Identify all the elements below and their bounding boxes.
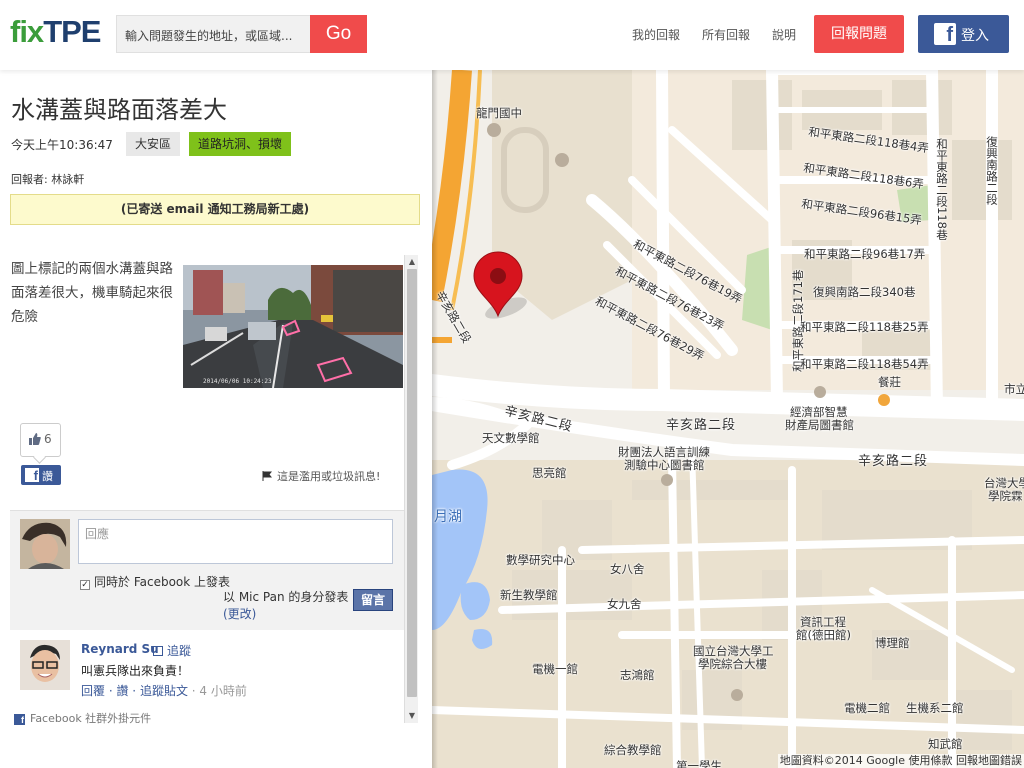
comment-input[interactable]: 回應 xyxy=(78,519,393,564)
rss-icon xyxy=(153,646,163,656)
plugin-label: Facebook 社群外掛元件 xyxy=(30,712,152,725)
map-label: 新生教學館 xyxy=(500,588,558,602)
map-label: 博理館 xyxy=(875,636,910,650)
facebook-comments-frame: 圖上標記的兩個水溝蓋與路面落差很大，機車騎起來很危險 2014/06/06 10… xyxy=(0,255,420,725)
facebook-login-button[interactable]: f 登入 xyxy=(918,15,1009,53)
like-count-box[interactable]: 6 xyxy=(20,423,61,457)
like-button-label: 讚 xyxy=(42,470,53,483)
map-label: 月湖 xyxy=(434,509,462,525)
facebook-like-button[interactable]: f 讚 xyxy=(21,465,61,485)
map-label: 數學研究中心 xyxy=(506,553,575,567)
reply-link[interactable]: 回覆 xyxy=(81,684,105,698)
map-label: 復興南路二段 xyxy=(985,136,999,205)
follow-label: 追蹤 xyxy=(167,644,192,658)
map-label: 第一學生 xyxy=(676,759,722,768)
map-label: 知武館 xyxy=(928,737,963,751)
map-label: 學院霖 xyxy=(988,489,1023,503)
flag-icon xyxy=(262,471,272,481)
map-label: 館(德田館) xyxy=(796,628,851,642)
issue-title: 水溝蓋與路面落差大 xyxy=(11,96,227,124)
comments-scrollbar[interactable]: ▲ ▼ xyxy=(404,255,418,723)
map-label: 生機系二館 xyxy=(906,701,964,715)
map-label: 學院綜合大樓 xyxy=(698,657,767,671)
follow-post-link[interactable]: 追蹤貼文 xyxy=(140,684,188,698)
map-label: 和平東路二段118巷54弄 xyxy=(800,357,929,371)
map-label: 辛亥路二段 xyxy=(858,454,929,469)
report-abuse-link[interactable]: 這是濫用或垃圾訊息! xyxy=(262,468,380,484)
comment-actions: 回覆 · 讚 · 追蹤貼文 · 4 小時前 xyxy=(81,684,247,698)
scroll-up-arrow-icon[interactable]: ▲ xyxy=(405,255,419,269)
map-label: 女八舍 xyxy=(610,562,645,576)
post-comment-button[interactable]: 留言 xyxy=(353,589,393,611)
change-identity-link[interactable]: (更改) xyxy=(223,607,256,621)
issue-photo[interactable]: 2014/06/06 10:24:23 xyxy=(183,265,403,388)
facebook-login-label: 登入 xyxy=(961,28,989,44)
email-notice: (已寄送 email 通知工務局新工處) xyxy=(10,194,420,225)
logo-tpe: TPE xyxy=(43,14,101,49)
fixtpe-logo[interactable]: fixTPE xyxy=(10,14,101,50)
map-label: 女九舍 xyxy=(607,597,642,611)
map-attribution[interactable]: 地圖資料©2014 Google 使用條款 回報地圖錯誤 xyxy=(777,754,1024,768)
map-label: 市立 xyxy=(1004,382,1024,396)
also-post-checkbox[interactable]: ✓ xyxy=(80,580,90,590)
report-issue-button[interactable]: 回報問題 xyxy=(814,15,904,53)
map-label: 和平東路二段96巷17弄 xyxy=(804,247,926,261)
map-label: 和平東路二段118巷 xyxy=(935,138,949,241)
district-tag[interactable]: 大安區 xyxy=(126,132,181,156)
map-label: 志鴻館 xyxy=(620,668,655,682)
map-label: 電機二館 xyxy=(844,701,890,715)
logo-fix: fix xyxy=(10,14,44,49)
avatar xyxy=(20,519,70,569)
avatar[interactable] xyxy=(20,640,70,690)
report-abuse-label: 這是濫用或垃圾訊息! xyxy=(277,470,381,483)
map-label: 復興南路二段340巷 xyxy=(813,285,916,299)
map-divider-shadow xyxy=(432,70,438,768)
map-label: 思亮館 xyxy=(532,466,567,480)
follow-user-link[interactable]: 追蹤 xyxy=(153,642,191,659)
map-label: 電機一館 xyxy=(532,662,578,676)
comment-text: 叫憲兵隊出來負責！ xyxy=(81,664,190,678)
nav-my-reports[interactable]: 我的回報 xyxy=(632,26,680,43)
map-label: 測驗中心圖書館 xyxy=(624,458,705,472)
reporter-name: 回報者: 林詠軒 xyxy=(11,173,85,186)
comment-like-link[interactable]: 讚 xyxy=(116,684,128,698)
map-label: 財產局圖書館 xyxy=(785,418,854,432)
street-photo-drawing: 2014/06/06 10:24:23 xyxy=(183,265,403,388)
facebook-plugin-credit[interactable]: f Facebook 社群外掛元件 xyxy=(14,710,151,725)
nav-help[interactable]: 說明 xyxy=(772,26,796,43)
post-as-prefix: 以 Mic Pan 的身分發表 xyxy=(223,590,349,604)
post-as-text: 以 Mic Pan 的身分發表 (更改) xyxy=(223,589,353,623)
issue-time: 今天上午10:36:47 xyxy=(11,138,113,152)
map-label: 和平東路二段118巷25弄 xyxy=(800,320,929,334)
comment-author[interactable]: Reynard Su xyxy=(81,642,159,656)
comment-time: 4 小時前 xyxy=(199,684,247,698)
facebook-icon: f xyxy=(14,714,25,725)
comment-composer: 回應 ✓ 同時於 Facebook 上發表 以 Mic Pan 的身分發表 (更改… xyxy=(10,510,405,630)
map-label: 辛亥路二段 xyxy=(666,418,737,433)
photo-timestamp: 2014/06/06 10:24:23 xyxy=(203,378,272,385)
scroll-down-arrow-icon[interactable]: ▼ xyxy=(405,709,419,723)
also-post-facebook[interactable]: ✓ 同時於 Facebook 上發表 xyxy=(80,573,230,590)
also-post-label: 同時於 Facebook 上發表 xyxy=(94,575,231,589)
issue-description: 圖上標記的兩個水溝蓋與路面落差很大，機車騎起來很危險 xyxy=(11,261,173,325)
map-label: 綜合教學館 xyxy=(604,743,662,757)
map-view[interactable]: 龍門國中 辛亥路二段 和平東路二段118巷4弄 和平東路二段118巷6弄 和平東… xyxy=(432,70,1024,768)
map-label: 天文數學館 xyxy=(482,431,540,445)
category-tag[interactable]: 道路坑洞、損壞 xyxy=(189,132,292,156)
scrollbar-thumb[interactable] xyxy=(407,269,417,697)
comment-item: Reynard Su 追蹤 叫憲兵隊出來負責！ 回覆 · 讚 · 追蹤貼文 · … xyxy=(20,640,400,700)
thumbs-up-icon xyxy=(29,433,41,445)
go-button[interactable]: Go xyxy=(310,15,367,53)
facebook-icon: f xyxy=(25,468,39,483)
top-bar: fixTPE 輸入問題發生的地址，或區域... Go 我的回報 所有回報 說明 … xyxy=(0,0,1024,70)
issue-detail-pane: 水溝蓋與路面落差大 今天上午10:36:47 大安區 道路坑洞、損壞 回報者: … xyxy=(0,70,432,768)
nav-all-reports[interactable]: 所有回報 xyxy=(702,26,750,43)
facebook-icon: f xyxy=(934,23,956,46)
address-search-input[interactable]: 輸入問題發生的地址，或區域... xyxy=(116,15,310,53)
map-label: 餐莊 xyxy=(878,375,901,389)
map-label: 龍門國中 xyxy=(476,106,522,120)
like-count: 6 xyxy=(44,432,52,446)
